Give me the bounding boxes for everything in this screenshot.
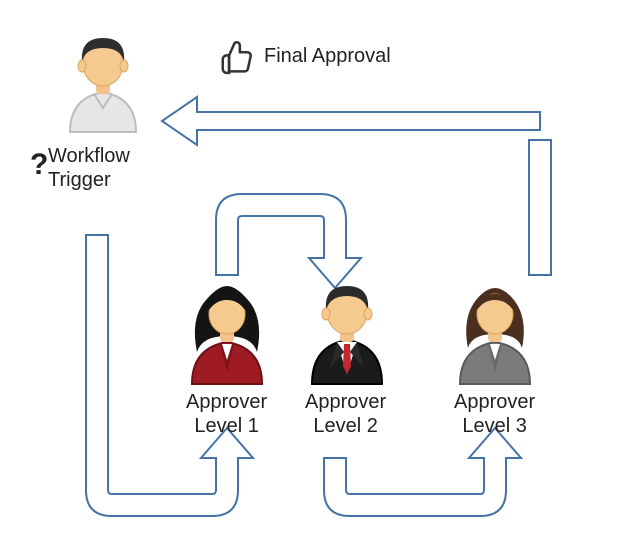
approver-1-label: Approver Level 1 xyxy=(186,390,267,438)
arrow-approver1-to-approver2 xyxy=(216,194,361,288)
arrow-approver2-to-approver3 xyxy=(324,428,521,516)
arrow-final-approval xyxy=(162,97,540,145)
workflow-diagram: { "diagram": { "final_approval_label": "… xyxy=(0,0,626,553)
approver-2-icon xyxy=(300,282,395,397)
approver-1-icon xyxy=(180,282,275,397)
question-mark-icon: ? xyxy=(30,148,48,182)
thumbs-up-icon xyxy=(218,38,256,81)
approver-3-icon xyxy=(448,282,543,397)
approver-3-label: Approver Level 3 xyxy=(454,390,535,438)
workflow-trigger-icon xyxy=(58,32,148,147)
workflow-trigger-label: Workflow Trigger xyxy=(48,144,130,192)
arrow-approver3-to-final xyxy=(529,140,551,275)
approver-2-label: Approver Level 2 xyxy=(305,390,386,438)
final-approval-label: Final Approval xyxy=(264,44,391,68)
